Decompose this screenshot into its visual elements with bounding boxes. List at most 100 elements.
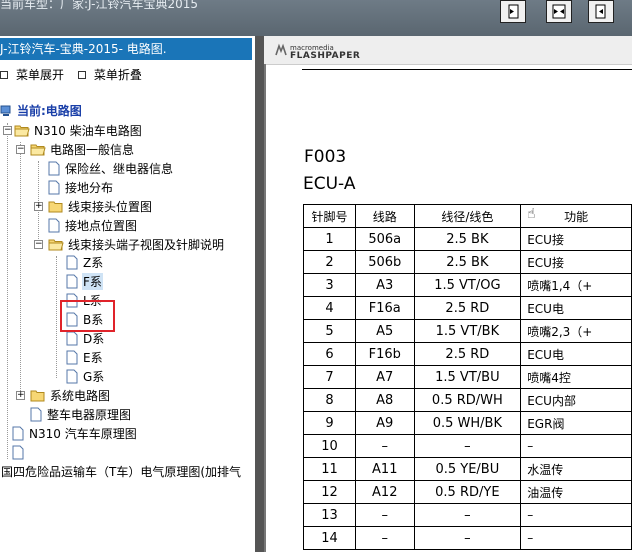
tree-label: D系 <box>83 332 105 346</box>
tree-item-blank[interactable] <box>12 443 28 462</box>
circuit-cell: A8 <box>355 388 415 412</box>
tree-item-vehicle-schematic[interactable]: 整车电器原理图 <box>30 405 132 424</box>
page-icon <box>12 445 24 460</box>
vehicle-title: 当前车型：厂家:J-江铃汽车宝典2015 <box>0 0 199 11</box>
column-header: 针脚号 <box>303 204 356 228</box>
wire-cell: 2.5 RD <box>413 296 522 320</box>
collapse-all-button[interactable]: 菜单折叠 <box>77 66 142 83</box>
wire-cell: 0.5 YE/BU <box>413 457 522 481</box>
tree-item-series-f[interactable]: F系 <box>66 272 103 291</box>
column-header: 线路 <box>355 204 415 228</box>
pin-number-cell: 3 <box>303 273 356 297</box>
function-cell: EGR阀 <box>520 411 632 435</box>
function-cell: – <box>520 434 632 458</box>
left-tree-panel: J-江铃汽车-宝典-2015- 电路图. 菜单展开 菜单折叠 当前:电路图 − … <box>0 36 255 552</box>
circuit-cell: A3 <box>355 273 415 297</box>
tree-label: 接地点位置图 <box>65 219 138 233</box>
page-icon <box>48 218 60 233</box>
function-cell: 喷嘴4控 <box>520 365 632 389</box>
wire-cell: 0.5 RD/WH <box>413 388 522 412</box>
tree-item-harness-connector-location[interactable]: 线束接头位置图 <box>48 197 153 216</box>
table-row: 13– – – <box>303 503 632 527</box>
fit-page-button[interactable] <box>500 0 526 23</box>
pin-number-cell: 14 <box>303 526 356 550</box>
tree-label: E系 <box>83 351 103 365</box>
actual-size-icon <box>595 4 606 19</box>
circuit-cell: A9 <box>355 411 415 435</box>
tree-item-ground-distribution[interactable]: 接地分布 <box>48 178 114 197</box>
page-icon <box>30 407 42 422</box>
panel-header: J-江铃汽车-宝典-2015- 电路图. <box>0 38 252 60</box>
table-row: 7 A7 1.5 VT/BU 喷嘴4控 <box>303 365 632 389</box>
table-row: 8 A8 0.5 RD/WH ECU内部 <box>303 388 632 412</box>
function-cell: ECU电 <box>520 342 632 366</box>
panel-splitter[interactable] <box>255 36 264 552</box>
collapse-icon[interactable]: − <box>3 126 12 135</box>
expand-square-icon <box>0 70 8 79</box>
tree-label: 当前:电路图 <box>17 104 82 118</box>
table-header-row: 针脚号 线路 线径/线色 功能 <box>303 204 632 228</box>
folder-open-icon <box>48 239 64 251</box>
pin-number-cell: 4 <box>303 296 356 320</box>
tree-label: 整车电器原理图 <box>47 408 132 422</box>
tree-label: 线束接头端子视图及针脚说明 <box>68 238 225 252</box>
collapse-icon[interactable]: − <box>34 240 43 249</box>
function-cell: 喷嘴2,3（+ <box>520 319 632 343</box>
tree-label: G系 <box>83 370 105 384</box>
collapse-icon[interactable]: − <box>16 145 25 154</box>
tree-item-system-diagrams[interactable]: 系统电路图 <box>30 386 111 405</box>
function-cell: ECU电 <box>520 296 632 320</box>
pin-number-cell: 12 <box>303 480 356 504</box>
function-cell: ECU内部 <box>520 388 632 412</box>
tree-item-harness-terminal-view[interactable]: 线束接头端子视图及针脚说明 <box>48 235 225 254</box>
tree-label: N310 柴油车电路图 <box>34 124 142 138</box>
table-row: 9 A9 0.5 WH/BK EGR阀 <box>303 411 632 435</box>
expand-icon[interactable]: + <box>16 391 25 400</box>
tree-label: 国四危险品运输车（T车）电气原理图(加排气 <box>1 465 242 479</box>
tree-item-n310-vehicle[interactable]: N310 汽车车原理图 <box>12 424 138 443</box>
actual-size-button[interactable] <box>588 0 614 23</box>
function-cell: ECU接 <box>520 250 632 274</box>
tree-item-series-z[interactable]: Z系 <box>66 253 104 272</box>
tree-item-fuse-relay[interactable]: 保险丝、继电器信息 <box>48 159 174 178</box>
expand-icon[interactable]: + <box>34 202 43 211</box>
tree-item-general-info[interactable]: 电路图一般信息 <box>30 140 135 159</box>
page-icon <box>48 161 60 176</box>
folder-open-icon <box>30 144 46 156</box>
wire-cell: 0.5 WH/BK <box>413 411 522 435</box>
function-cell: ECU接 <box>520 227 632 251</box>
network-computer-icon <box>0 105 11 116</box>
wire-cell: – <box>413 434 522 458</box>
tree-line <box>20 142 21 397</box>
wire-cell: 1.5 VT/OG <box>413 273 522 297</box>
tree-line <box>56 256 57 378</box>
wire-cell: 2.5 BK <box>413 227 522 251</box>
wire-cell: 2.5 BK <box>413 250 522 274</box>
table-row: 4 F16a 2.5 RD ECU电 <box>303 296 632 320</box>
folder-icon <box>48 201 63 213</box>
circuit-cell: F16b <box>355 342 415 366</box>
tree-item-ground-point-location[interactable]: 接地点位置图 <box>48 216 138 235</box>
pin-number-cell: 6 <box>303 342 356 366</box>
circuit-cell: – <box>355 503 415 527</box>
tree-item-n310-diesel[interactable]: N310 柴油车电路图 <box>14 121 143 140</box>
fit-width-button[interactable] <box>546 0 572 23</box>
macromedia-logo-icon <box>275 43 287 56</box>
tree-item-series-g[interactable]: G系 <box>66 367 105 386</box>
collapse-square-icon <box>77 70 86 79</box>
pin-number-cell: 1 <box>303 227 356 251</box>
tree-root-current[interactable]: 当前:电路图 <box>0 101 83 120</box>
column-header: 线径/线色 <box>413 204 522 228</box>
circuit-cell: 506b <box>355 250 415 274</box>
fit-page-icon <box>508 4 519 19</box>
expand-all-button[interactable]: 菜单展开 <box>0 66 64 83</box>
flashpaper-toolbar: macromedia FLASHPAPER <box>264 36 632 65</box>
connector-code: F003 <box>304 147 347 167</box>
page-icon <box>48 180 60 195</box>
tree-item-series-e[interactable]: E系 <box>66 348 104 367</box>
circuit-cell: – <box>355 434 415 458</box>
wire-cell: 1.5 VT/BK <box>413 319 522 343</box>
tree-item-hazmat[interactable]: 国四危险品运输车（T车）电气原理图(加排气 <box>0 462 242 481</box>
circuit-cell: 506a <box>355 227 415 251</box>
table-row: 5 A5 1.5 VT/BK 喷嘴2,3（+ <box>303 319 632 343</box>
